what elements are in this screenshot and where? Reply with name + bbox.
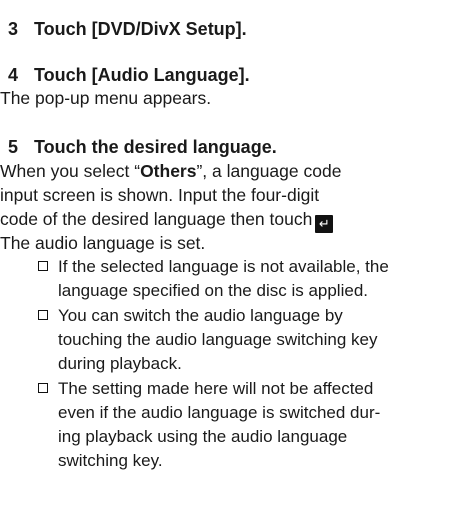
step-5-heading: 5 Touch the desired language.	[0, 135, 277, 159]
manual-page: 3 Touch [DVD/DivX Setup]. 4 Touch [Audio L…	[0, 0, 461, 519]
step-title: Touch [DVD/DivX Setup].	[34, 19, 247, 39]
step-5-body-line-3: code of the desired language then touch ↵	[0, 207, 334, 233]
step-number: 5	[8, 137, 19, 157]
enter-key-icon: ↵	[315, 215, 334, 233]
step-4-note: The pop-up menu appears.	[0, 88, 212, 108]
step-number: 3	[8, 19, 19, 39]
bullet-line: even if the audio language is switched d…	[58, 403, 381, 422]
bullet-line: If the selected language is not availabl…	[58, 257, 389, 276]
bullet-line: during playback.	[58, 354, 182, 373]
step-title: Touch [Audio Language].	[34, 65, 250, 85]
step-5-body-line-2: input screen is shown. Input the four-di…	[0, 185, 320, 205]
step-5-body-line-1: When you select “Others”, a language cod…	[0, 161, 342, 181]
bullet-line: language specified on the disc is applie…	[58, 281, 368, 300]
step-title: Touch the desired language.	[34, 137, 277, 157]
bullet-line: ing playback using the audio language	[58, 427, 348, 446]
bullet-line: touching the audio language switching ke…	[58, 330, 378, 349]
others-option-label: Others	[140, 161, 197, 181]
checkbox-bullet-icon	[38, 310, 48, 320]
step-number: 4	[8, 65, 19, 85]
bullet-line: The setting made here will not be affect…	[58, 379, 374, 398]
checkbox-bullet-icon	[38, 383, 48, 393]
step-3-heading: 3 Touch [DVD/DivX Setup].	[0, 17, 247, 41]
bullet-line: You can switch the audio language by	[58, 306, 343, 325]
step-5-body-line-4: The audio language is set.	[0, 233, 206, 253]
bullet-line: switching key.	[58, 451, 163, 470]
checkbox-bullet-icon	[38, 261, 48, 271]
step-4-heading: 4 Touch [Audio Language].	[0, 63, 250, 87]
